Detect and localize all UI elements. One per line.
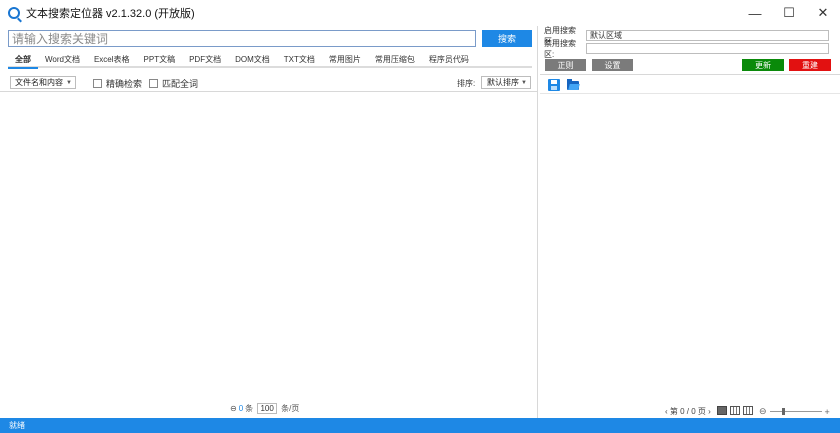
per-page-input[interactable]: 100 — [257, 402, 278, 414]
sort-label: 排序: — [457, 79, 476, 88]
tab-dom[interactable]: DOM文档 — [228, 52, 277, 66]
zoom-in-icon[interactable]: + — [825, 407, 830, 417]
status-text: 就绪 — [9, 421, 25, 430]
search-pane: 搜索 全部 Word文档 Excel表格 PPT文稿 PDF文档 DOM文档 T… — [0, 26, 538, 418]
settings-button[interactable]: 设置 — [592, 59, 633, 71]
title-bar: 文本搜索定位器 v2.1.32.0 (开放版) — ☐ ✕ — [0, 0, 840, 26]
divider — [540, 74, 840, 75]
window-title: 文本搜索定位器 v2.1.32.0 (开放版) — [26, 8, 195, 20]
tab-code[interactable]: 程序员代码 — [422, 52, 476, 66]
tab-word[interactable]: Word文档 — [38, 52, 87, 66]
exact-search-checkbox[interactable]: 精确检索 — [93, 77, 142, 90]
minimize-button[interactable]: — — [738, 0, 772, 26]
update-index-button[interactable]: 更新 — [742, 59, 784, 71]
tab-images[interactable]: 常用图片 — [322, 52, 368, 66]
whole-word-label: 匹配全词 — [162, 79, 199, 89]
chevron-down-icon: ▼ — [521, 80, 527, 86]
exact-search-label: 精确检索 — [106, 79, 143, 89]
maximize-button[interactable]: ☐ — [772, 0, 806, 26]
window-controls: — ☐ ✕ — [738, 0, 840, 26]
sort-value: 默认排序 — [487, 78, 519, 87]
tab-ppt[interactable]: PPT文稿 — [137, 52, 183, 66]
whole-word-checkbox[interactable]: 匹配全词 — [149, 77, 198, 90]
search-button[interactable]: 搜索 — [482, 30, 532, 47]
search-mode-select[interactable]: 文件名和内容 ▼ — [10, 76, 76, 89]
disabled-area-input[interactable] — [586, 43, 829, 54]
double-page-view-icon[interactable] — [730, 406, 740, 415]
tab-txt[interactable]: TXT文档 — [277, 52, 322, 66]
preview-pane: 启用搜索区: 默认区域 禁用搜索区: 正则 设置 更新 重建 ‹ 第 0 / 0… — [540, 26, 840, 418]
preview-page-info[interactable]: ‹ 第 0 / 0 页 › — [665, 405, 711, 417]
result-count: 0 — [238, 403, 244, 413]
document-preview[interactable] — [540, 94, 840, 404]
status-bar: 就绪 — [0, 418, 840, 433]
disabled-area-label: 禁用搜索区: — [544, 38, 576, 59]
open-folder-icon[interactable] — [567, 79, 580, 91]
multi-page-view-icon[interactable] — [743, 406, 753, 415]
search-row: 搜索 — [8, 30, 532, 47]
per-page-unit: 条/页 — [281, 403, 300, 413]
app-search-icon — [8, 7, 20, 19]
enabled-area-row: 启用搜索区: 默认区域 — [544, 26, 829, 46]
zoom-slider-thumb[interactable] — [781, 408, 785, 415]
result-count-unit: 条 — [245, 403, 254, 413]
checkbox-box[interactable] — [149, 79, 158, 88]
pager-icon: ⊖ — [230, 403, 237, 413]
checkbox-box[interactable] — [93, 79, 102, 88]
tab-pdf[interactable]: PDF文档 — [182, 52, 228, 66]
rebuild-index-button[interactable]: 重建 — [789, 59, 831, 71]
search-input[interactable] — [8, 30, 476, 47]
filter-row: 文件名和内容 ▼ 精确检索 匹配全词 排序: 默认排序 ▼ — [0, 74, 538, 92]
zoom-slider[interactable] — [769, 408, 822, 415]
zoom-out-icon[interactable]: ⊖ — [759, 406, 767, 417]
tab-excel[interactable]: Excel表格 — [87, 52, 137, 66]
tab-archives[interactable]: 常用压缩包 — [368, 52, 422, 66]
zoom-control: ⊖ + — [759, 406, 830, 417]
search-mode-value: 文件名和内容 — [15, 78, 63, 87]
sort-select[interactable]: 默认排序 ▼ — [481, 76, 531, 89]
results-list[interactable] — [3, 93, 535, 398]
close-button[interactable]: ✕ — [806, 0, 840, 26]
enabled-area-input[interactable]: 默认区域 — [586, 30, 829, 41]
tab-all[interactable]: 全部 — [8, 52, 38, 69]
chevron-down-icon: ▼ — [66, 80, 72, 86]
results-pager: ⊖ 0 条 100 条/页 — [230, 402, 299, 414]
disabled-area-row: 禁用搜索区: — [544, 39, 829, 59]
single-page-view-icon[interactable] — [717, 406, 727, 415]
file-type-tabs: 全部 Word文档 Excel表格 PPT文稿 PDF文档 DOM文档 TXT文… — [8, 52, 532, 69]
regex-button[interactable]: 正则 — [545, 59, 586, 71]
view-mode-group — [717, 406, 753, 415]
save-icon[interactable] — [548, 79, 560, 91]
